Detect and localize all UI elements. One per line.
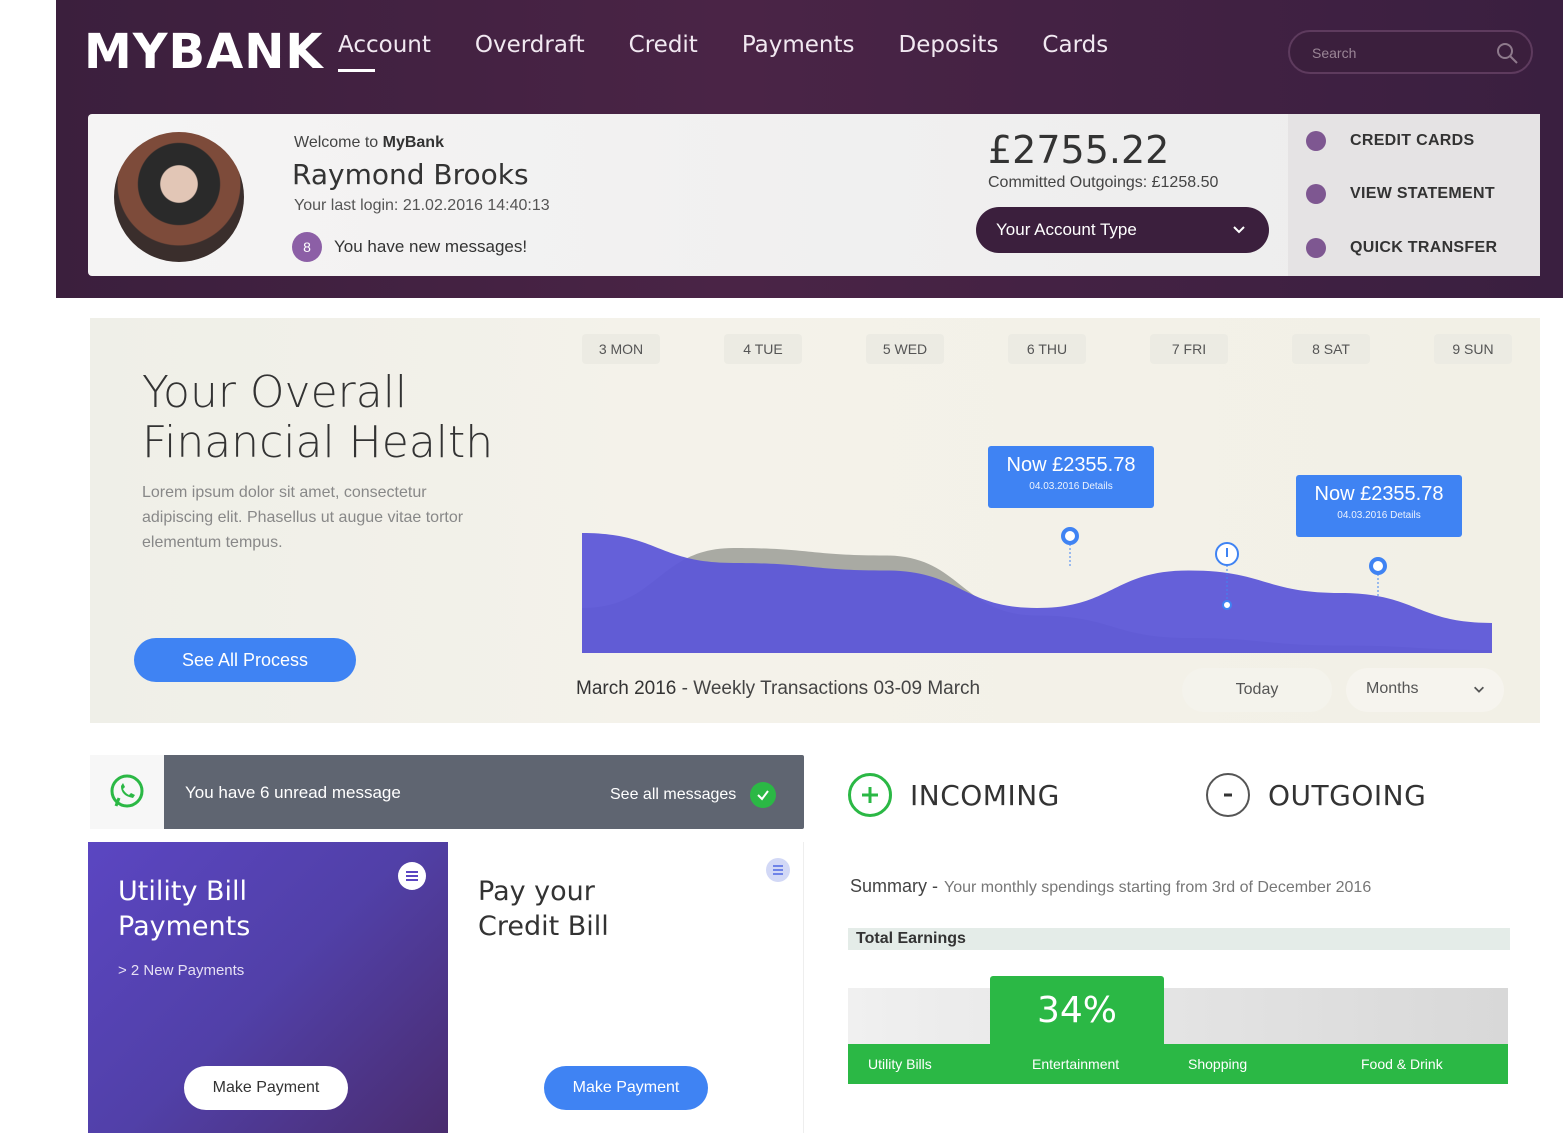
quick-links: CREDIT CARDS VIEW STATEMENT QUICK TRANSF…: [1288, 114, 1540, 276]
unread-count-text: You have 6 unread message: [185, 783, 401, 802]
health-title: Your Overall Financial Health: [142, 367, 494, 468]
tab-incoming-label: INCOMING: [910, 778, 1060, 812]
tooltip-value: Now £2355.78: [1006, 454, 1136, 476]
health-description: Lorem ipsum dolor sit amet, consectetur …: [142, 484, 464, 551]
nav-deposits[interactable]: Deposits: [899, 32, 999, 58]
user-name: Raymond Brooks: [292, 158, 529, 191]
avatar[interactable]: [114, 132, 244, 262]
financial-health-panel: Your Overall Financial Health Lorem ipsum…: [90, 318, 1540, 723]
main-nav: Account Overdraft Credit Payments Deposi…: [338, 32, 1152, 72]
new-payments-link[interactable]: > 2 New Payments: [118, 962, 244, 979]
see-all-messages-link[interactable]: See all messages: [610, 782, 777, 808]
nav-account[interactable]: Account: [338, 32, 431, 72]
welcome-text: Welcome to MyBank: [294, 134, 444, 151]
search-input[interactable]: [1310, 44, 1480, 62]
whatsapp-icon[interactable]: [90, 755, 164, 829]
menu-icon[interactable]: [766, 858, 790, 882]
day-tab[interactable]: 5 WED: [866, 334, 944, 364]
nav-payments[interactable]: Payments: [742, 32, 855, 58]
utility-make-payment-button[interactable]: Make Payment: [184, 1066, 348, 1110]
chevron-down-icon: [1474, 686, 1484, 693]
today-button[interactable]: Today: [1182, 668, 1332, 712]
minus-icon: [1206, 773, 1250, 817]
day-tab[interactable]: 8 SAT: [1292, 334, 1370, 364]
account-type-label: Your Account Type: [996, 220, 1137, 239]
search-icon[interactable]: [1495, 41, 1519, 65]
account-balance: £2755.22: [988, 128, 1170, 172]
credit-bill-card: Pay your Credit Bill Make Payment: [448, 842, 804, 1133]
committed-outgoings: Committed Outgoings: £1258.50: [988, 174, 1219, 191]
chart-pin[interactable]: [1222, 600, 1232, 610]
category-label[interactable]: Shopping: [1188, 1056, 1247, 1072]
logo[interactable]: MYBANK: [84, 24, 324, 80]
see-all-messages-label: See all messages: [610, 786, 737, 803]
bullet-icon: [1306, 238, 1326, 258]
quick-link-label: VIEW STATEMENT: [1350, 185, 1495, 202]
category-label[interactable]: Entertainment: [1032, 1056, 1119, 1072]
quick-link-view-statement[interactable]: VIEW STATEMENT: [1306, 184, 1495, 204]
bullet-icon: [1306, 184, 1326, 204]
search-box: [1288, 30, 1533, 74]
summary-text: Summary - Your monthly spendings starting…: [850, 876, 1372, 896]
chevron-down-icon: [1233, 226, 1245, 234]
quick-link-quick-transfer[interactable]: QUICK TRANSFER: [1306, 238, 1497, 258]
utility-title: Utility Bill Payments: [118, 876, 251, 942]
tab-outgoing-label: OUTGOING: [1268, 778, 1427, 812]
tab-incoming[interactable]: INCOMING: [848, 773, 1060, 817]
account-type-dropdown[interactable]: Your Account Type: [976, 207, 1269, 253]
flow-tabs: INCOMING OUTGOING: [834, 755, 1563, 835]
quick-link-label: CREDIT CARDS: [1350, 132, 1475, 149]
category-label[interactable]: Utility Bills: [868, 1056, 932, 1072]
menu-icon[interactable]: [398, 862, 426, 890]
credit-title: Pay your Credit Bill: [478, 876, 609, 942]
day-tab[interactable]: 9 SUN: [1434, 334, 1512, 364]
months-label: Months: [1366, 680, 1419, 697]
credit-make-payment-button[interactable]: Make Payment: [544, 1066, 708, 1110]
months-dropdown[interactable]: Months: [1346, 668, 1504, 712]
bullet-icon: [1306, 131, 1326, 151]
earnings-breakdown: 34% Utility Bills Entertainment Shopping…: [848, 976, 1508, 1086]
category-label[interactable]: Food & Drink: [1361, 1056, 1443, 1072]
nav-cards[interactable]: Cards: [1042, 32, 1108, 58]
tab-outgoing[interactable]: OUTGOING: [1206, 773, 1426, 817]
chart-tooltip-1[interactable]: Now £2355.78 04.03.2016 Details: [988, 446, 1154, 508]
entertainment-percent: 34%: [1036, 990, 1117, 1031]
day-tab[interactable]: 6 THU: [1008, 334, 1086, 364]
quick-link-credit-cards[interactable]: CREDIT CARDS: [1306, 131, 1475, 151]
new-messages[interactable]: 8 You have new messages!: [292, 232, 527, 262]
last-login: Your last login: 21.02.2016 14:40:13: [294, 197, 550, 214]
tooltip-details-link[interactable]: 04.03.2016 Details: [1296, 510, 1462, 521]
chart-tooltip-2[interactable]: Now £2355.78 04.03.2016 Details: [1296, 475, 1462, 537]
check-icon: [750, 782, 777, 808]
plus-icon: [848, 773, 892, 817]
day-tab[interactable]: 4 TUE: [724, 334, 802, 364]
see-all-process-button[interactable]: See All Process: [134, 638, 356, 682]
day-tab[interactable]: 7 FRI: [1150, 334, 1228, 364]
quick-link-label: QUICK TRANSFER: [1350, 239, 1498, 256]
message-count-badge: 8: [292, 232, 322, 262]
chart-pin[interactable]: [1369, 557, 1387, 575]
nav-overdraft[interactable]: Overdraft: [475, 32, 585, 58]
tooltip-value: Now £2355.78: [1314, 483, 1444, 505]
tooltip-details-link[interactable]: 04.03.2016 Details: [988, 481, 1154, 492]
new-messages-label: You have new messages!: [334, 237, 528, 256]
nav-credit[interactable]: Credit: [629, 32, 698, 58]
day-tab[interactable]: 3 MON: [582, 334, 660, 364]
chart-caption: March 2016 - Weekly Transactions 03-09 M…: [576, 678, 981, 699]
unread-messages-bar: You have 6 unread message See all messag…: [90, 755, 804, 829]
chart-pin[interactable]: [1061, 527, 1079, 545]
utility-bill-card: Utility Bill Payments > 2 New Payments Ma…: [88, 842, 448, 1133]
total-earnings-label: Total Earnings: [848, 928, 1510, 950]
profile-card: Welcome to MyBank Raymond Brooks Your la…: [88, 114, 1540, 276]
